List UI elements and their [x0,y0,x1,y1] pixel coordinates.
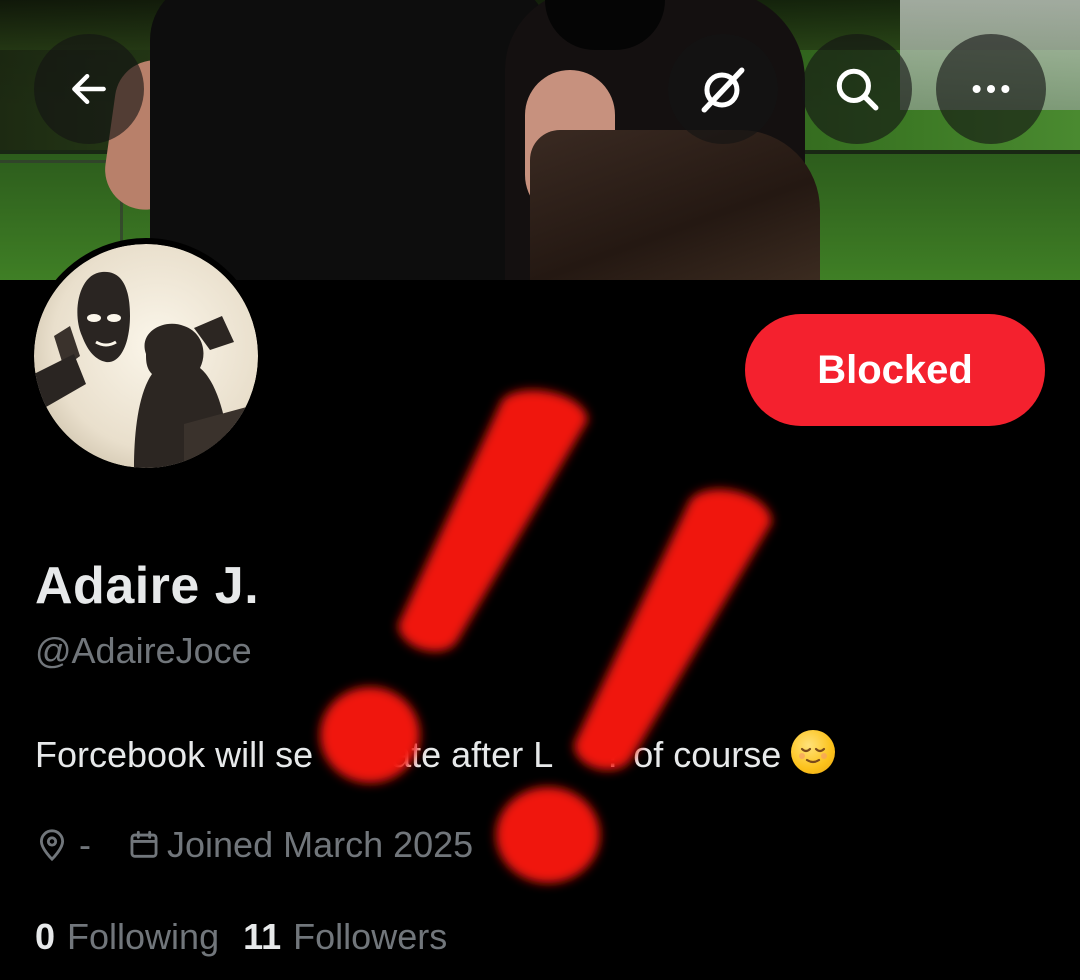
location-text: - [79,824,91,865]
bio-text-1: Forcebook will se [35,734,314,775]
bio-text-3: ? of course [603,734,782,775]
following-label[interactable]: Following [67,916,219,958]
location: - [35,824,91,866]
handle: @AdaireJoce [35,630,252,671]
location-pin-icon [39,829,65,862]
more-horizontal-icon [972,84,1010,94]
profile-meta: - Joined March 2025 [35,824,473,866]
followers-label[interactable]: Followers [293,916,447,958]
grok-icon [701,67,745,113]
avatar[interactable] [28,238,264,474]
following-count[interactable]: 0 [35,916,55,958]
relieved-face-emoji [791,730,836,774]
profile-banner[interactable] [0,0,1080,280]
search-button[interactable] [802,34,912,144]
blocked-button[interactable]: Blocked [745,314,1045,426]
follow-stats: 0 Following 11 Followers [35,916,471,958]
banner-jacket [530,130,820,280]
joined-text: Joined March 2025 [167,824,474,865]
joined-date: Joined March 2025 [127,824,473,866]
grok-button[interactable] [668,34,778,144]
bio-text-2: ate after L [391,734,554,775]
avatar-image [34,244,258,468]
calendar-icon [130,830,158,858]
arrow-left-icon [72,73,106,105]
followers-count[interactable]: 11 [243,916,281,958]
display-name: Adaire J. [35,557,260,615]
bio: Forcebook will se ate after L ? of course [35,730,836,776]
banner-person-left [150,0,550,280]
back-button[interactable] [34,34,144,144]
more-button[interactable] [936,34,1046,144]
search-icon [836,68,879,111]
